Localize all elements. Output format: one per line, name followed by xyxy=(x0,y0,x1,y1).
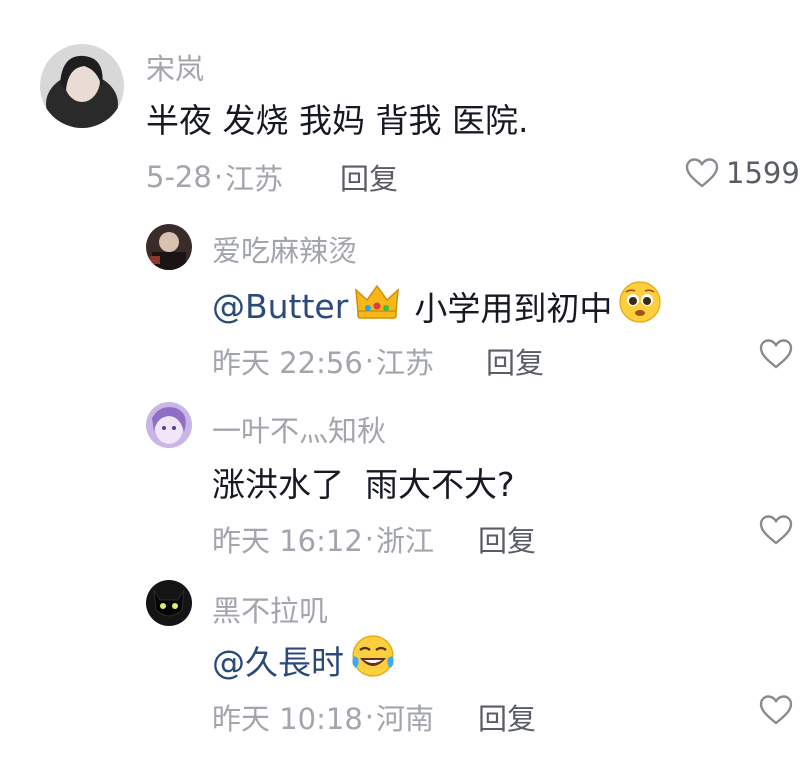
avatar[interactable] xyxy=(40,44,124,128)
comment-date: 昨天 22:56 xyxy=(212,346,363,380)
like-button[interactable]: 1599 xyxy=(684,156,800,190)
comment-location: 江苏 xyxy=(225,162,284,196)
comment-username[interactable]: 宋岚 xyxy=(146,46,204,88)
like-button[interactable] xyxy=(758,338,794,370)
comment-text-body: 涨洪水了 雨大不大? xyxy=(212,465,515,504)
avatar[interactable] xyxy=(146,580,192,626)
meta-separator: · xyxy=(364,700,375,734)
like-count: 1599 xyxy=(726,156,800,190)
comment-text-body: 半夜 发烧 我妈 背我 医院. xyxy=(146,101,529,140)
comment-username[interactable]: 爱吃麻辣烫 xyxy=(212,228,357,270)
like-button[interactable] xyxy=(758,514,794,546)
comment-text: @久長时 xyxy=(212,634,396,686)
like-button[interactable] xyxy=(758,694,794,726)
comment-meta: 昨天 16:12 · 浙江 xyxy=(212,518,434,560)
reply-button[interactable]: 回复 xyxy=(486,340,544,382)
meta-separator: · xyxy=(213,160,224,194)
reply-button[interactable]: 回复 xyxy=(478,696,536,738)
comment-date: 昨天 16:12 xyxy=(212,524,363,558)
mention-link[interactable]: @Butter xyxy=(212,287,348,326)
comment-location: 浙江 xyxy=(376,524,435,558)
meta-separator: · xyxy=(364,522,375,556)
pleading-face-emoji xyxy=(618,280,662,332)
comment-item: 一叶不灬知秋 涨洪水了 雨大不大? 昨天 16:12 · 浙江 回复 xyxy=(0,390,802,570)
heart-outline-icon xyxy=(759,339,793,369)
mention-link[interactable]: @久長时 xyxy=(212,636,344,684)
comment-meta: 5-28 · 江苏 xyxy=(146,156,283,198)
crown-emoji xyxy=(354,282,400,330)
comment-text: @Butter 小学用到初中 xyxy=(212,280,662,332)
comment-username[interactable]: 黑不拉叽 xyxy=(212,588,328,630)
avatar[interactable] xyxy=(146,224,192,270)
comment-location: 江苏 xyxy=(376,346,435,380)
comment-item: 爱吃麻辣烫 @Butter 小学用到初中 昨天 22:56 · 江苏 回复 xyxy=(0,210,802,390)
comment-item: 宋岚 半夜 发烧 我妈 背我 医院. 5-28 · 江苏 回复 1599 xyxy=(0,0,802,210)
comment-text: 涨洪水了 雨大不大? xyxy=(212,458,515,506)
heart-outline-icon xyxy=(685,158,719,188)
comment-meta: 昨天 22:56 · 江苏 xyxy=(212,340,434,382)
reply-button[interactable]: 回复 xyxy=(340,156,398,198)
comment-location: 河南 xyxy=(376,702,435,736)
comment-username[interactable]: 一叶不灬知秋 xyxy=(212,408,386,450)
comment-meta: 昨天 10:18 · 河南 xyxy=(212,696,434,738)
reply-button[interactable]: 回复 xyxy=(478,518,536,560)
rolling-laughing-emoji xyxy=(350,634,396,686)
comment-item: 黑不拉叽 @久長时 昨天 10:18 · 河南 回复 xyxy=(0,570,802,772)
comment-date: 5-28 xyxy=(146,160,212,194)
avatar[interactable] xyxy=(146,402,192,448)
heart-outline-icon xyxy=(759,515,793,545)
meta-separator: · xyxy=(364,344,375,378)
comment-date: 昨天 10:18 xyxy=(212,702,363,736)
heart-outline-icon xyxy=(759,695,793,725)
comment-text: 半夜 发烧 我妈 背我 医院. xyxy=(146,94,528,142)
comment-text-body: 小学用到初中 xyxy=(414,289,613,328)
